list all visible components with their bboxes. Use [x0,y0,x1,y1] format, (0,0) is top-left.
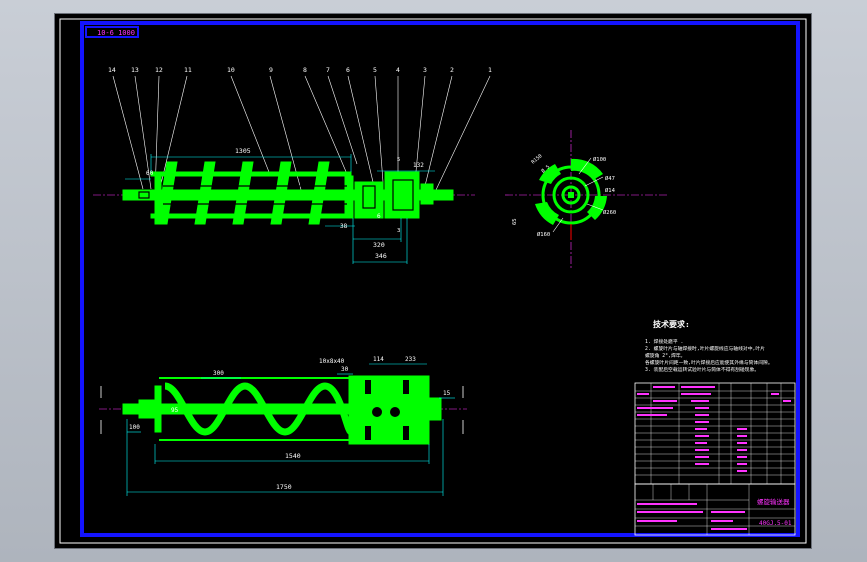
label-65: 65 [512,218,518,225]
label-d100: Ø100 [593,156,606,163]
balloon-numbers: 14 13 12 11 10 9 8 7 6 5 4 3 2 1 [108,66,492,74]
dim-v5: 5 [397,157,400,163]
dim-60: 60 [146,170,154,177]
balloon-2: 2 [450,66,454,74]
balloon-9: 9 [269,66,273,74]
cad-viewport[interactable]: 10-6 1000 14 13 12 11 10 9 8 7 6 5 4 3 2… [55,14,811,548]
dim-38: 38 [340,223,348,230]
label-d260: Ø260 [603,209,616,216]
balloon-13: 13 [131,66,139,74]
title-tab-text: 10-6 1000 [97,29,135,37]
dim-1750: 1750 [276,483,292,491]
inner-border [80,21,800,537]
label-d47: Ø47 [605,175,615,182]
balloon-1: 1 [488,66,492,74]
bom-cell-marks [637,386,791,472]
dim-1540: 1540 [285,452,301,460]
title-block: 螺旋输送器 40GJ.5-01 [634,483,796,536]
tech-requirements: 技术要求: 1. 焊接处磨平 . 2. 螺旋叶片与轴焊接时,叶片螺旋线应与轴线对… [645,319,773,373]
tech-line-3: 螺旋角 2°,焊牢。 [645,352,685,359]
label-r150: R150 [530,153,543,165]
balloon-5: 5 [373,66,377,74]
bom-grid [635,383,795,484]
title-grid [635,484,795,535]
balloon-14: 14 [108,66,116,74]
dim-132: 132 [413,162,424,169]
label-d14: Ø14 [605,187,616,194]
bom-table [634,382,796,485]
tech-line-5: 3. 装配后空载运转试验叶片与筒体不得有刮碰现象。 [645,366,759,373]
dim-15: 15 [443,390,451,397]
balloon-8: 8 [303,66,307,74]
top-view: 14 13 12 11 10 9 8 7 6 5 4 3 2 1 1305 60… [93,66,492,264]
dim-6: 6 [377,213,381,220]
dim-30: 30 [341,366,349,373]
tech-heading: 技术要求: [653,319,690,329]
tech-line-2: 2. 螺旋叶片与轴焊接时,叶片螺旋线应与轴线对中,叶片 [645,345,765,352]
balloon-7: 7 [326,66,330,74]
dim-95: 95 [171,407,179,414]
dim-100: 100 [129,424,140,431]
dim-key: 10x8x40 [319,358,345,365]
tech-line-1: 1. 焊接处磨平 . [645,338,683,345]
side-view: R150 Ø 5 Ø100 Ø47 Ø14 Ø260 Ø160 65 [505,130,667,270]
balloon-11: 11 [184,66,192,74]
dim-1305: 1305 [235,147,251,155]
outer-frame [59,18,807,544]
dim-346: 346 [375,252,387,260]
balloon-6: 6 [346,66,350,74]
bottom-view: 300 10x8x40 30 114 233 95 100 1540 1750 … [99,356,467,496]
drawing-number: 40GJ.5-01 [759,520,792,527]
balloon-10: 10 [227,66,235,74]
balloon-3: 3 [423,66,427,74]
label-d160: Ø160 [537,231,550,238]
tech-line-4: 各螺旋叶片间距一致,叶片焊接后应能使其外缘与筒体间隙。 [645,359,773,366]
balloon-4: 4 [396,66,400,74]
title-block-name: 螺旋输送器 [757,497,790,506]
balloon-12: 12 [155,66,163,74]
dim-300: 300 [213,370,224,377]
dim-114: 114 [373,356,384,363]
dim-v3: 3 [397,228,400,234]
dim-233: 233 [405,356,416,363]
cad-drawing: 10-6 1000 14 13 12 11 10 9 8 7 6 5 4 3 2… [59,18,807,544]
dim-320: 320 [373,241,385,249]
